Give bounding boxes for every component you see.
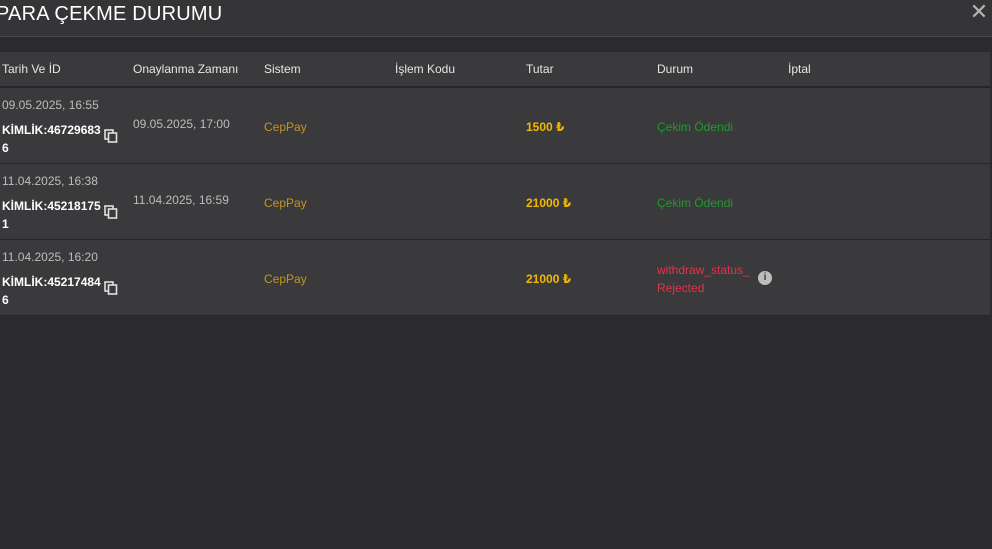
- table-row-2: 11.04.2025, 16:38 KİMLİK:452181751 11.04…: [0, 164, 990, 240]
- col-header-status: Durum: [657, 62, 694, 76]
- amount: 1500 ₺: [526, 120, 565, 134]
- transaction-id: KİMLİK:467296836: [2, 123, 101, 155]
- copy-icon[interactable]: [104, 205, 118, 219]
- col-header-transaction-code: İşlem Kodu: [395, 62, 456, 76]
- col-header-cancel: İptal: [788, 62, 811, 76]
- copy-icon[interactable]: [104, 129, 118, 143]
- approved-time: 11.04.2025, 16:59: [133, 193, 229, 207]
- payment-system: CepPay: [264, 120, 307, 134]
- status-text: withdraw_status_Rejected: [657, 263, 750, 295]
- transaction-id: KİMLİK:452174846: [2, 275, 101, 307]
- col-header-system: Sistem: [264, 62, 301, 76]
- status-text: Çekim Ödendi: [657, 196, 734, 210]
- withdrawal-status-modal: PARA ÇEKME DURUMU ✕ Tarih Ve İD Onaylanm…: [0, 0, 992, 549]
- info-icon[interactable]: i: [758, 271, 772, 285]
- table-row-3: 11.04.2025, 16:20 KİMLİK:452174846 CepPa…: [0, 240, 990, 316]
- amount: 21000 ₺: [526, 196, 572, 210]
- withdrawals-table: Tarih Ve İD Onaylanma Zamanı Sistem İşle…: [0, 52, 990, 316]
- modal-title: PARA ÇEKME DURUMU: [0, 3, 223, 25]
- payment-system: CepPay: [264, 272, 307, 286]
- col-header-date-id: Tarih Ve İD: [2, 62, 61, 76]
- transaction-id: KİMLİK:452181751: [2, 199, 101, 231]
- payment-system: CepPay: [264, 196, 307, 210]
- col-header-amount: Tutar: [526, 62, 554, 76]
- amount: 21000 ₺: [526, 272, 572, 286]
- status-text: Çekim Ödendi: [657, 120, 734, 134]
- request-date: 11.04.2025, 16:20: [2, 250, 98, 264]
- modal-header: PARA ÇEKME DURUMU ✕: [0, 0, 992, 37]
- approved-time: 09.05.2025, 17:00: [133, 117, 230, 131]
- col-header-approved-time: Onaylanma Zamanı: [133, 62, 239, 76]
- table-header: Tarih Ve İD Onaylanma Zamanı Sistem İşle…: [0, 52, 990, 88]
- request-date: 11.04.2025, 16:38: [2, 174, 98, 188]
- table-row-1: 09.05.2025, 16:55 KİMLİK:467296836 09.05…: [0, 88, 990, 164]
- copy-icon[interactable]: [104, 281, 118, 295]
- request-date: 09.05.2025, 16:55: [2, 98, 99, 112]
- close-icon[interactable]: ✕: [968, 0, 990, 26]
- table-body: 09.05.2025, 16:55 KİMLİK:467296836 09.05…: [0, 88, 990, 316]
